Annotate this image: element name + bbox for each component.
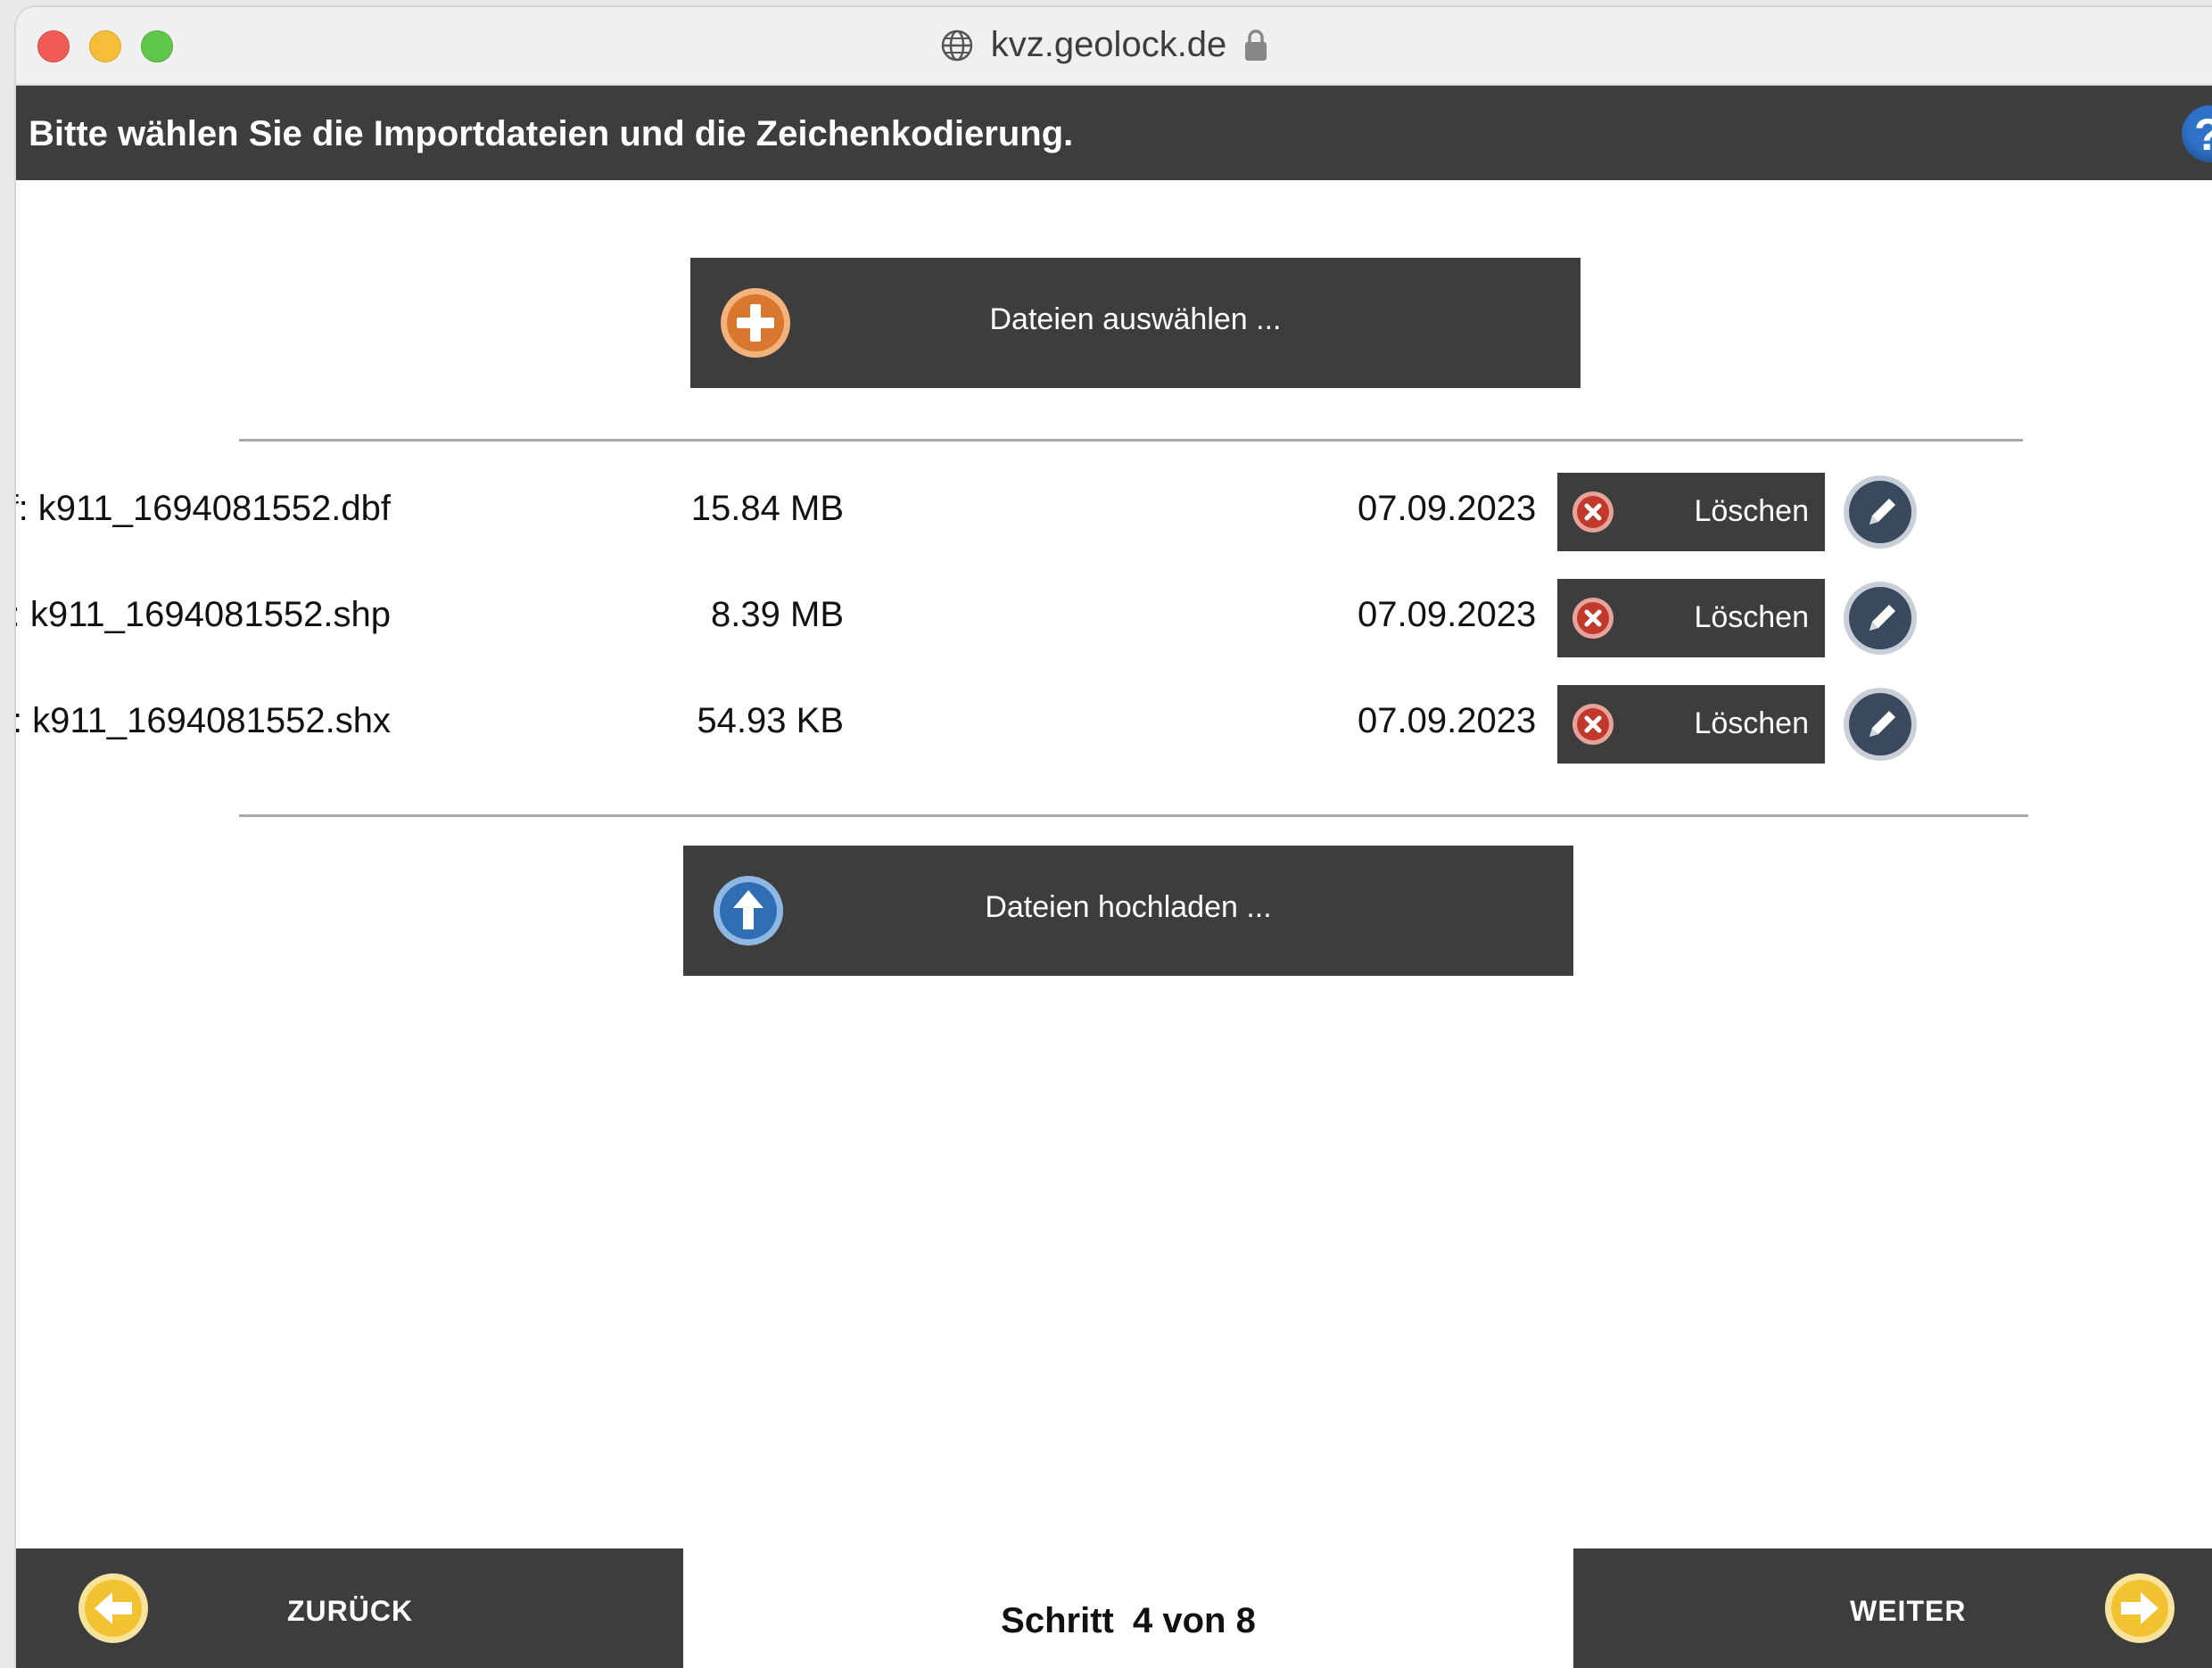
delete-icon [1572, 704, 1614, 745]
address-bar[interactable]: kvz.geolock.de [16, 25, 2212, 72]
file-date: 07.09.2023 [1358, 595, 1537, 634]
file-row: .shp: k911_1694081552.shp 8.39 MB 07.09.… [16, 579, 1978, 657]
file-name: .shx: k911_1694081552.shx [16, 701, 391, 740]
edit-icon[interactable] [1843, 687, 1918, 762]
file-name: .dbf: k911_1694081552.dbf [16, 489, 391, 528]
edit-icon[interactable] [1843, 581, 1918, 656]
globe-icon [941, 29, 972, 61]
arrow-left-icon [78, 1573, 148, 1643]
select-files-button[interactable]: Dateien auswählen ... [690, 258, 1581, 388]
back-button[interactable]: ZURÜCK [16, 1548, 683, 1668]
help-icon: ? [2194, 109, 2212, 161]
file-size: 54.93 KB [697, 701, 844, 740]
delete-label: Löschen [1694, 600, 1809, 634]
back-label: ZURÜCK [287, 1595, 414, 1627]
divider-bottom [239, 814, 2028, 817]
divider-top [239, 439, 2023, 442]
arrow-right-icon [2105, 1573, 2175, 1643]
page-header: Bitte wählen Sie die Importdateien und d… [16, 86, 2212, 180]
next-button[interactable]: WEITER [1573, 1548, 2212, 1668]
step-indicator: Schritt 4 von 8 [683, 1601, 1573, 1641]
file-date: 07.09.2023 [1358, 489, 1537, 528]
browser-window: kvz.geolock.de Bitte wählen Sie die Impo… [16, 7, 2212, 1668]
file-row: .dbf: k911_1694081552.dbf 15.84 MB 07.09… [16, 473, 1978, 551]
select-files-label: Dateien auswählen ... [989, 302, 1282, 336]
delete-file-button[interactable]: Löschen [1557, 685, 1825, 764]
delete-file-button[interactable]: Löschen [1557, 473, 1825, 551]
delete-icon [1572, 491, 1614, 533]
lock-icon [1245, 29, 1267, 61]
step-text: 4 von 8 [1132, 1601, 1256, 1640]
url-text: kvz.geolock.de [990, 25, 1227, 64]
edit-icon[interactable] [1843, 475, 1918, 549]
next-label: WEITER [1850, 1595, 1967, 1627]
help-button[interactable]: ? [2182, 105, 2212, 162]
delete-label: Löschen [1694, 706, 1809, 740]
file-size: 8.39 MB [711, 595, 844, 634]
file-size: 15.84 MB [690, 489, 844, 528]
file-name: .shp: k911_1694081552.shp [16, 595, 391, 634]
step-prefix: Schritt [1001, 1601, 1114, 1640]
delete-file-button[interactable]: Löschen [1557, 579, 1825, 657]
upload-files-button[interactable]: Dateien hochladen ... [683, 846, 1573, 976]
delete-icon [1572, 598, 1614, 639]
file-date: 07.09.2023 [1358, 701, 1537, 740]
page-title: Bitte wählen Sie die Importdateien und d… [29, 114, 1074, 153]
upload-files-label: Dateien hochladen ... [985, 890, 1272, 924]
delete-label: Löschen [1694, 494, 1809, 528]
file-row: .shx: k911_1694081552.shx 54.93 KB 07.09… [16, 685, 1978, 764]
browser-titlebar: kvz.geolock.de [16, 7, 2212, 86]
